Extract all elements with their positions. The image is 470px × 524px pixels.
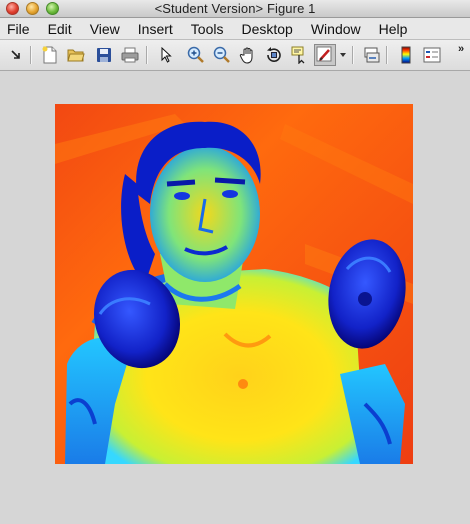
- save-icon[interactable]: [94, 45, 114, 65]
- new-figure-icon[interactable]: [40, 45, 60, 65]
- toolbar-separator: [386, 46, 388, 64]
- print-icon[interactable]: [120, 45, 140, 65]
- menu-bar: File Edit View Insert Tools Desktop Wind…: [0, 18, 470, 40]
- open-file-icon[interactable]: [66, 45, 86, 65]
- zoom-out-icon[interactable]: [212, 45, 232, 65]
- data-cursor-icon[interactable]: [290, 45, 310, 65]
- pan-hand-icon[interactable]: [238, 45, 258, 65]
- brush-dropdown-chevron-icon[interactable]: [338, 45, 348, 65]
- menu-window[interactable]: Window: [311, 21, 361, 37]
- rotate-3d-icon[interactable]: [264, 45, 284, 65]
- figure-canvas: [0, 71, 470, 524]
- brush-icon[interactable]: [314, 44, 336, 66]
- legend-icon[interactable]: [422, 45, 442, 65]
- zoom-in-icon[interactable]: [186, 45, 206, 65]
- link-plot-icon[interactable]: [362, 45, 382, 65]
- menu-view[interactable]: View: [90, 21, 120, 37]
- colorbar-icon[interactable]: [396, 45, 416, 65]
- window-title-bar: <Student Version> Figure 1: [0, 0, 470, 18]
- toolbar-separator: [30, 46, 32, 64]
- menu-edit[interactable]: Edit: [48, 21, 72, 37]
- menu-insert[interactable]: Insert: [138, 21, 173, 37]
- toolbar-overflow-chevron-icon[interactable]: »: [458, 43, 464, 55]
- figure-toolbar: »: [0, 40, 470, 71]
- menu-help[interactable]: Help: [379, 21, 408, 37]
- toolbar-separator: [352, 46, 354, 64]
- image-axes[interactable]: [55, 104, 413, 464]
- toolbar-separator: [146, 46, 148, 64]
- window-title: <Student Version> Figure 1: [154, 1, 316, 16]
- menu-desktop[interactable]: Desktop: [241, 21, 292, 37]
- jet-colormap-image: [55, 114, 413, 464]
- menu-tools[interactable]: Tools: [191, 21, 224, 37]
- dock-arrow-icon[interactable]: [6, 45, 26, 65]
- select-arrow-icon[interactable]: [156, 45, 176, 65]
- menu-file[interactable]: File: [7, 21, 30, 37]
